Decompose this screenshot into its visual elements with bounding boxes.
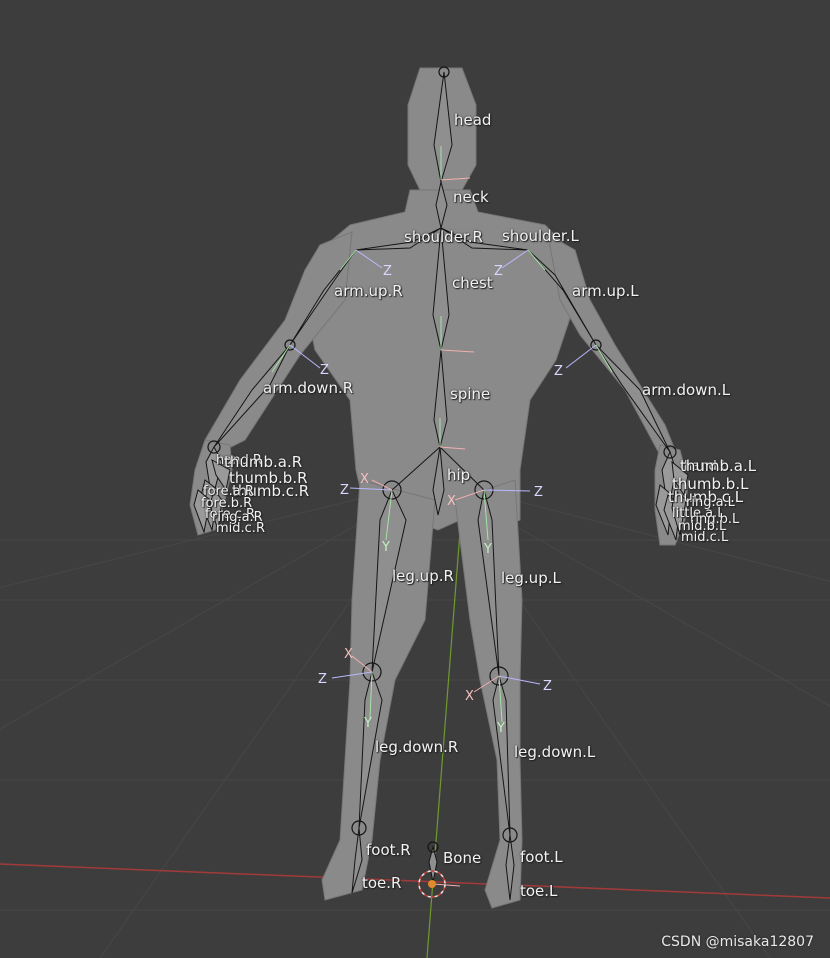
axis-letter-z: Z <box>494 264 503 279</box>
bone-label-shoulder-r[interactable]: shoulder.R <box>404 230 483 245</box>
bone-label-shoulder-l[interactable]: shoulder.L <box>502 229 579 244</box>
bone-label-spine[interactable]: spine <box>450 387 490 402</box>
bone-label-toe-l[interactable]: toe.L <box>520 884 557 899</box>
bone-label-head[interactable]: head <box>454 113 491 128</box>
axis-letter-z: Z <box>320 363 329 378</box>
axis-letter-y: Y <box>496 721 505 736</box>
axis-letter-z: Z <box>340 483 349 498</box>
x-axis-line <box>0 863 830 899</box>
bone-label-foot-l[interactable]: foot.L <box>520 850 563 865</box>
bone-label-toe-r[interactable]: toe.R <box>362 876 401 891</box>
watermark: CSDN @misaka12807 <box>661 934 814 950</box>
bone-label-finger-l[interactable]: mid.c.L <box>681 531 728 544</box>
axis-letter-x: X <box>447 494 456 509</box>
bone-label-leg-up-l[interactable]: leg.up.L <box>501 571 561 586</box>
axis-letter-z: Z <box>383 264 392 279</box>
axis-letter-z: Z <box>534 485 543 500</box>
bone-label-foot-r[interactable]: foot.R <box>366 843 411 858</box>
axis-letter-x: X <box>465 689 474 704</box>
bone-label-hip[interactable]: hip <box>447 468 470 483</box>
axis-letter-z: Z <box>554 364 563 379</box>
bone-label-arm-down-r[interactable]: arm.down.R <box>263 381 353 396</box>
3d-viewport[interactable]: Z X Y Z X Y Z X Y Z X Y Z Z Z Z head nec… <box>0 0 830 958</box>
axis-letter-x: X <box>344 647 353 662</box>
bone-label-arm-up-r[interactable]: arm.up.R <box>334 284 403 299</box>
bone-label-thumb-a-r[interactable]: thumb.a.R <box>224 455 302 470</box>
bone-label-chest[interactable]: chest <box>452 276 493 291</box>
bone-label-arm-up-l[interactable]: arm.up.L <box>572 284 639 299</box>
axis-letter-y: Y <box>483 542 492 557</box>
axis-letter-y: Y <box>381 540 390 555</box>
bone-label-neck[interactable]: neck <box>453 190 489 205</box>
bone-label-thumb-a-l[interactable]: thumb.a.L <box>680 459 756 474</box>
axis-letter-y: Y <box>363 716 372 731</box>
bone-label-leg-up-r[interactable]: leg.up.R <box>392 569 454 584</box>
bone-label-leg-down-r[interactable]: leg.down.R <box>375 740 458 755</box>
axis-letter-x: X <box>360 472 369 487</box>
bone-label-finger-r[interactable]: mid.c.R <box>216 522 265 535</box>
bone-label-root[interactable]: Bone <box>443 851 481 866</box>
axis-letter-z: Z <box>318 672 327 687</box>
bone-label-leg-down-l[interactable]: leg.down.L <box>514 745 595 760</box>
bone-label-arm-down-l[interactable]: arm.down.L <box>642 383 730 398</box>
axis-letter-z: Z <box>543 679 552 694</box>
